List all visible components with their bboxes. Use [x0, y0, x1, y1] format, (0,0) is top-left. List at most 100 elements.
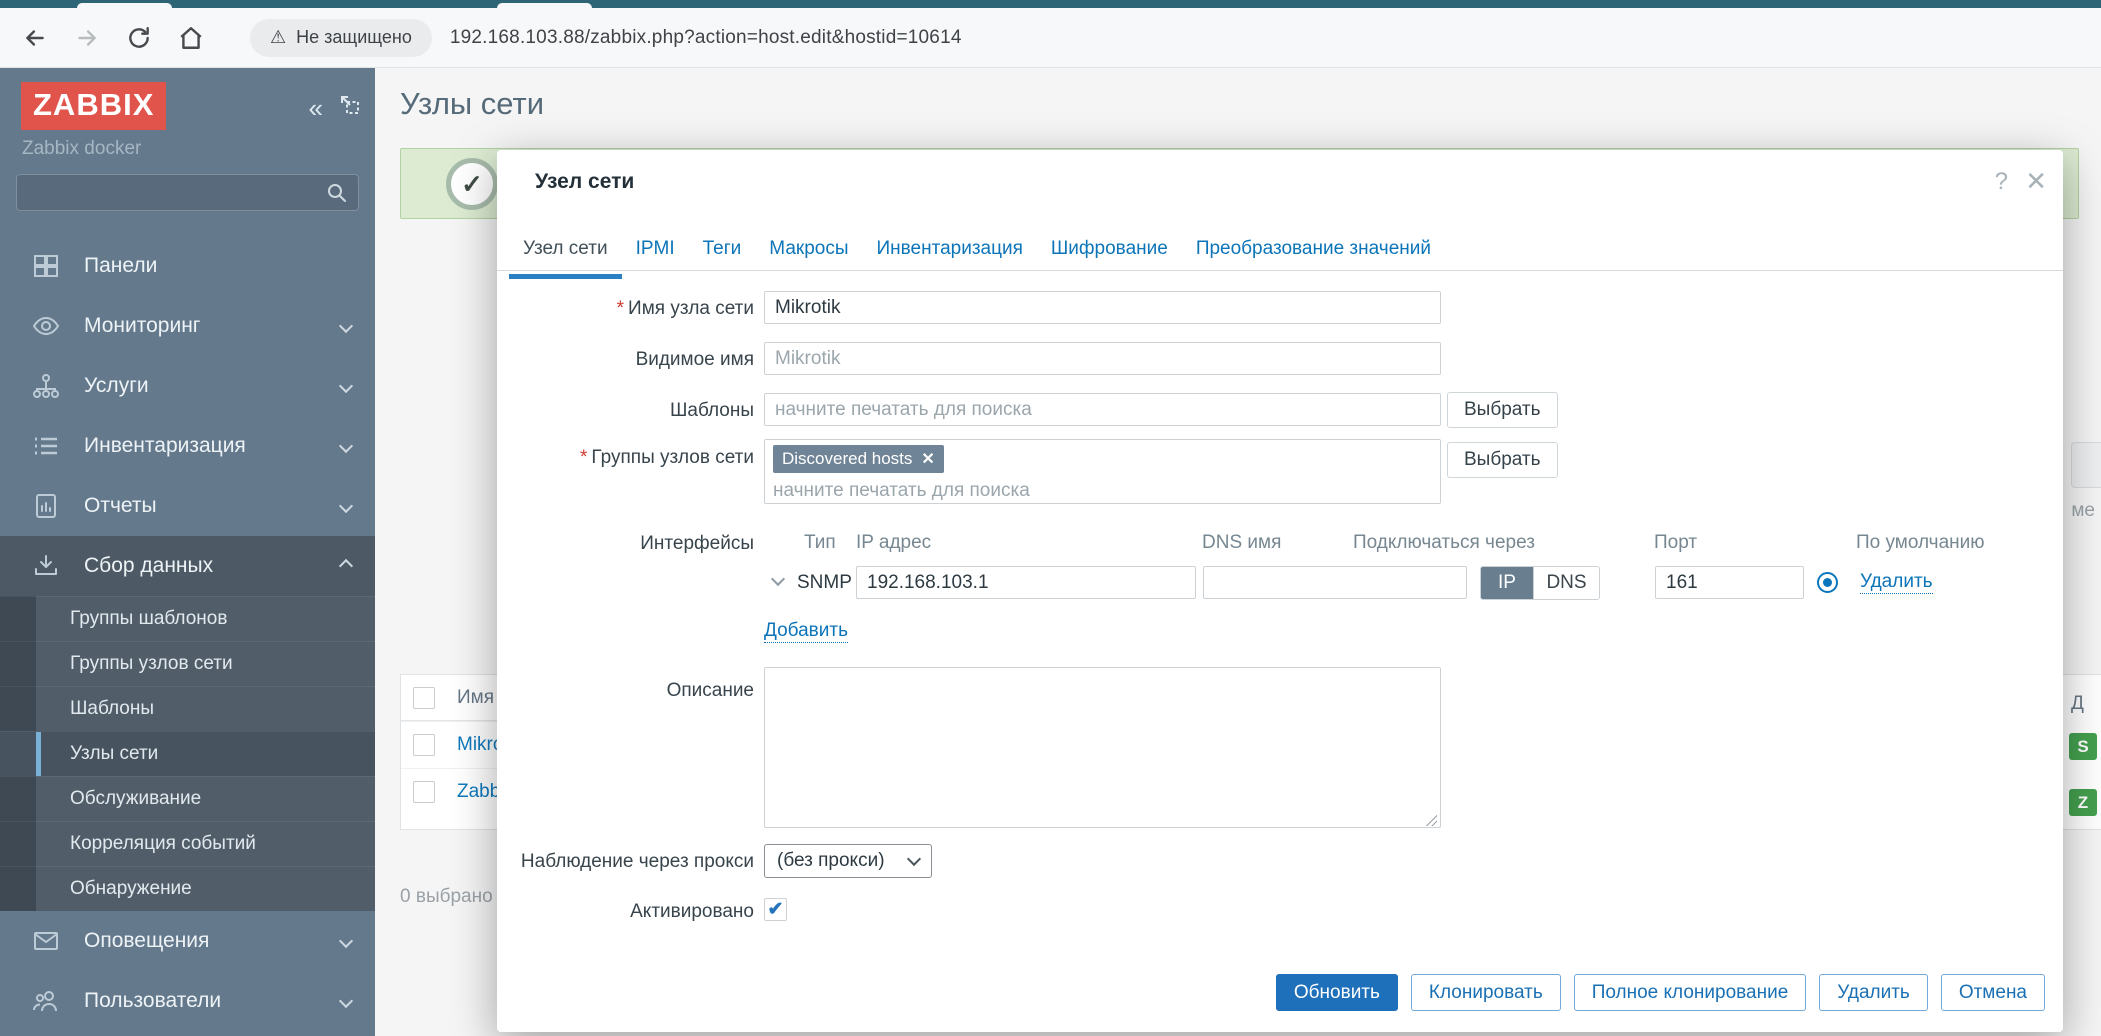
tab-inventory[interactable]: Инвентаризация	[863, 226, 1037, 274]
sidebar-item-label: Отчеты	[84, 494, 157, 518]
host-name-label: *Имя узла сети	[497, 298, 754, 320]
zbx-status-badge: Z	[2069, 789, 2097, 816]
cancel-button[interactable]: Отмена	[1941, 974, 2045, 1011]
tab-value-mapping[interactable]: Преобразование значений	[1182, 226, 1445, 274]
sidebar-item-template-groups[interactable]: Группы шаблонов	[0, 596, 375, 641]
interface-expand-icon[interactable]	[771, 572, 785, 586]
sidebar-item-monitoring[interactable]: Мониторинг	[0, 296, 375, 356]
full-clone-button[interactable]: Полное клонирование	[1574, 974, 1807, 1011]
address-bar[interactable]: 192.168.103.88/zabbix.php?action=host.ed…	[450, 27, 962, 49]
host-groups-multiselect[interactable]: Discovered hosts ✕ начните печатать для …	[764, 439, 1441, 504]
proxy-label: Наблюдение через прокси	[497, 851, 754, 873]
sidebar-item-reports[interactable]: Отчеты	[0, 476, 375, 536]
sidebar-item-event-correlation[interactable]: Корреляция событий	[0, 821, 375, 866]
sidebar-item-templates[interactable]: Шаблоны	[0, 686, 375, 731]
browser-toolbar: ⚠ Не защищено 192.168.103.88/zabbix.php?…	[0, 8, 2101, 68]
dialog-title: Узел сети	[535, 170, 634, 194]
sidebar-item-users[interactable]: Пользователи	[0, 971, 375, 1031]
sidebar-item-inventory[interactable]: Инвентаризация	[0, 416, 375, 476]
eye-icon	[30, 311, 62, 341]
search-input[interactable]	[17, 175, 326, 210]
enabled-checkbox[interactable]: ✔	[764, 898, 787, 921]
home-icon[interactable]	[174, 21, 208, 55]
visible-name-label: Видимое имя	[497, 349, 754, 371]
templates-select-button[interactable]: Выбрать	[1447, 392, 1558, 428]
required-mark: *	[580, 447, 587, 468]
help-icon[interactable]: ?	[1995, 168, 2008, 196]
chevron-down-icon	[339, 934, 353, 948]
col-ip: IP адрес	[856, 532, 931, 554]
templates-input[interactable]	[764, 393, 1441, 426]
add-interface-link[interactable]: Добавить	[764, 620, 848, 643]
tab-macros[interactable]: Макросы	[755, 226, 862, 274]
col-dns: DNS имя	[1202, 532, 1281, 554]
site-security-chip[interactable]: ⚠ Не защищено	[250, 19, 432, 57]
col-port: Порт	[1654, 532, 1697, 554]
close-icon[interactable]: ✕	[2025, 166, 2047, 197]
sidebar-item-services[interactable]: Услуги	[0, 356, 375, 416]
chevron-down-icon	[339, 439, 353, 453]
enabled-label: Активировано	[497, 901, 754, 923]
delete-button[interactable]: Удалить	[1819, 974, 1928, 1011]
submenu-label: Обнаружение	[70, 878, 192, 900]
required-mark: *	[617, 298, 624, 319]
expand-sidebar-icon[interactable]	[339, 94, 361, 121]
back-icon[interactable]	[18, 21, 52, 55]
sidebar-item-label: Пользователи	[84, 989, 221, 1013]
forward-icon[interactable]	[70, 21, 104, 55]
reload-icon[interactable]	[122, 21, 156, 55]
col-connect: Подключаться через	[1353, 532, 1535, 554]
page-title: Узлы сети	[400, 86, 544, 122]
proxy-select-value: (без прокси)	[777, 850, 885, 872]
interface-ip-input[interactable]	[856, 566, 1196, 599]
list-icon	[30, 431, 62, 461]
select-all-checkbox[interactable]	[413, 687, 435, 709]
tab-encryption[interactable]: Шифрование	[1037, 226, 1182, 274]
group-chip: Discovered hosts ✕	[773, 445, 944, 473]
chevron-down-icon	[339, 379, 353, 393]
description-label: Описание	[497, 680, 754, 702]
update-button[interactable]: Обновить	[1276, 974, 1398, 1011]
sidebar-item-maintenance[interactable]: Обслуживание	[0, 776, 375, 821]
clone-button[interactable]: Клонировать	[1411, 974, 1561, 1011]
sidebar-item-discovery[interactable]: Обнаружение	[0, 866, 375, 911]
sidebar-item-label: Панели	[84, 254, 157, 278]
users-icon	[30, 986, 62, 1016]
interface-port-input[interactable]	[1655, 566, 1804, 599]
default-interface-radio[interactable]	[1817, 572, 1838, 593]
column-header-fragment: Д	[2071, 693, 2084, 715]
tab-tags[interactable]: Теги	[689, 226, 756, 274]
chip-remove-icon[interactable]: ✕	[921, 449, 934, 469]
toggle-ip[interactable]: IP	[1481, 567, 1533, 599]
sidebar-search	[16, 174, 359, 211]
remove-interface-link[interactable]: Удалить	[1860, 571, 1933, 594]
col-type: Тип	[804, 532, 836, 554]
sidebar-item-dashboards[interactable]: Панели	[0, 236, 375, 296]
selected-count: 0 выбрано	[400, 886, 493, 908]
row-checkbox[interactable]	[413, 734, 435, 756]
interface-dns-input[interactable]	[1203, 566, 1467, 599]
description-textarea[interactable]	[764, 667, 1441, 828]
sidebar-item-alerts[interactable]: Оповещения	[0, 911, 375, 971]
sidebar-item-host-groups[interactable]: Группы узлов сети	[0, 641, 375, 686]
zabbix-logo[interactable]: ZABBIX	[21, 82, 166, 130]
collapse-sidebar-icon[interactable]: «	[309, 98, 323, 118]
dashboard-icon	[30, 251, 62, 281]
sidebar-item-label: Услуги	[84, 374, 149, 398]
chevron-up-icon	[339, 559, 353, 573]
tab-ipmi[interactable]: IPMI	[622, 226, 689, 274]
search-icon	[326, 182, 358, 204]
host-edit-dialog: Узел сети ? ✕ Узел сети IPMI Теги Макрос…	[497, 150, 2063, 1032]
sidebar-item-data-collection[interactable]: Сбор данных	[0, 536, 375, 596]
visible-name-input[interactable]	[764, 342, 1441, 375]
proxy-select[interactable]: (без прокси)	[764, 844, 932, 878]
chevron-down-icon	[339, 319, 353, 333]
sidebar-item-hosts[interactable]: Узлы сети	[0, 731, 375, 776]
sidebar-item-label: Мониторинг	[84, 314, 200, 338]
tab-host[interactable]: Узел сети	[509, 226, 622, 274]
host-name-input[interactable]	[764, 291, 1441, 324]
row-checkbox[interactable]	[413, 781, 435, 803]
toggle-dns[interactable]: DNS	[1533, 567, 1599, 599]
host-groups-select-button[interactable]: Выбрать	[1447, 442, 1558, 478]
sidebar: « ZABBIX Zabbix docker Панели Мониторинг	[0, 68, 375, 1036]
